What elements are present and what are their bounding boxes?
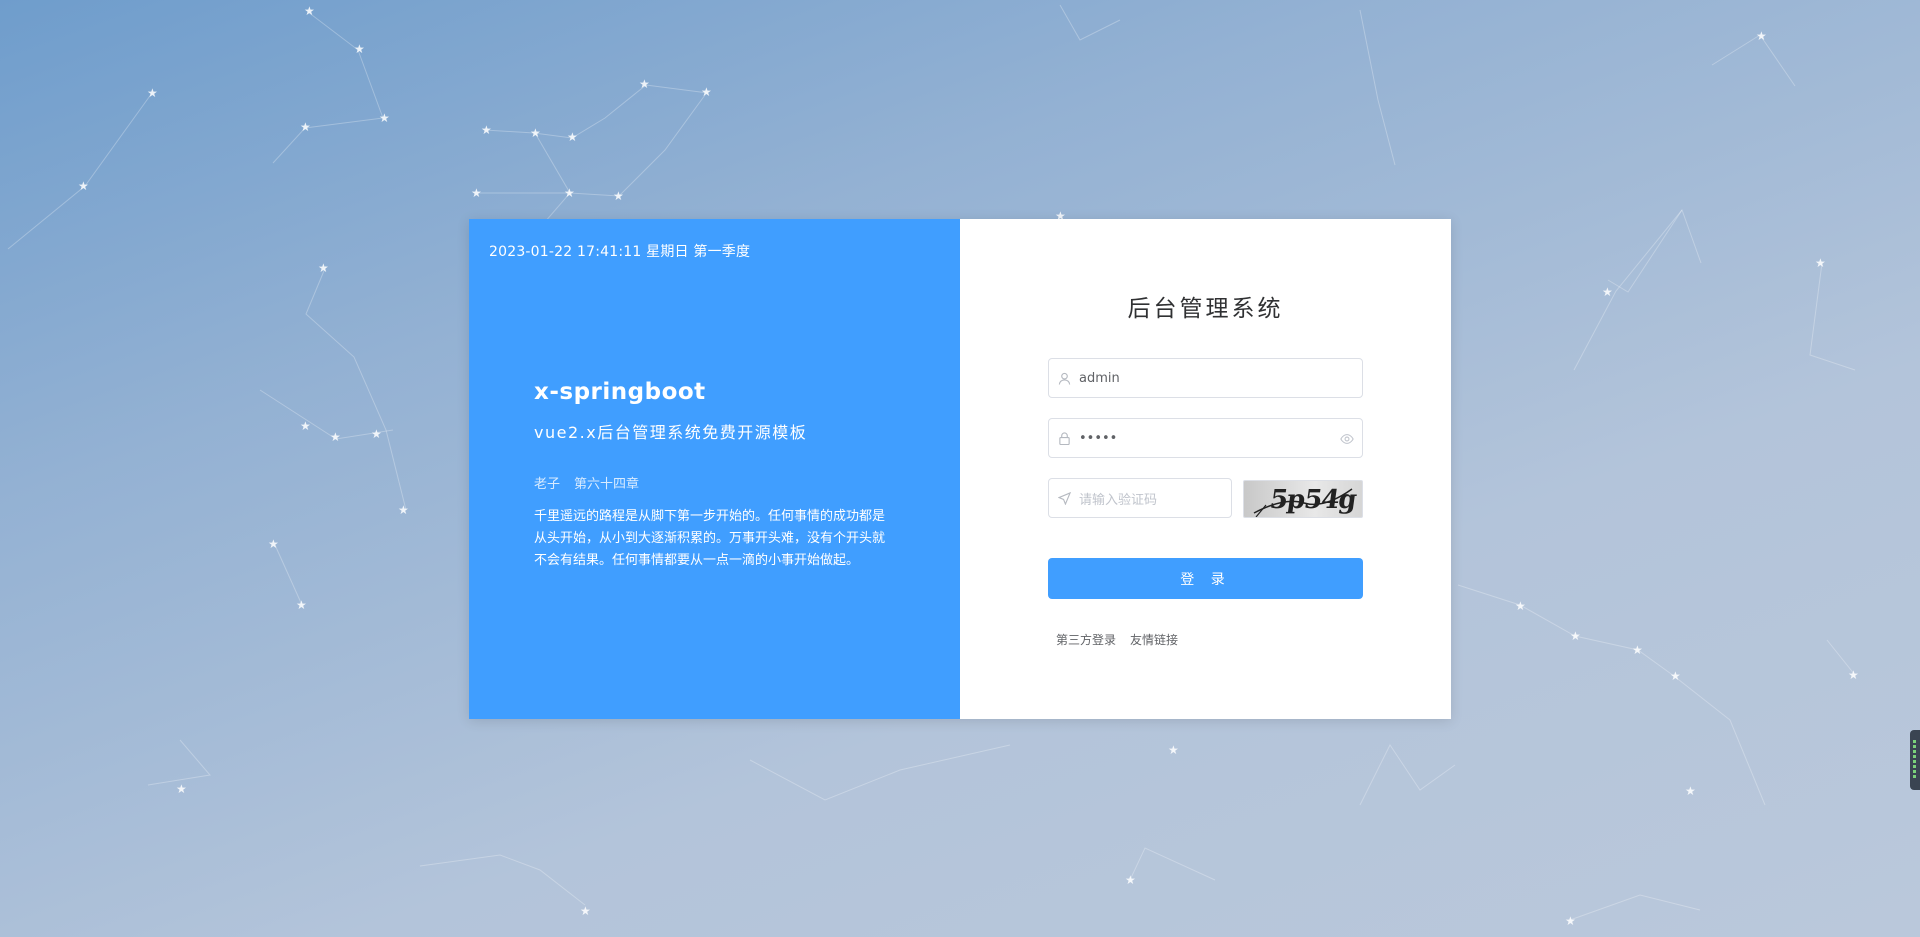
quote-chapter: 第六十四章 xyxy=(574,477,640,492)
svg-text:★: ★ xyxy=(613,189,624,203)
system-title: 后台管理系统 xyxy=(1127,296,1284,322)
svg-text:★: ★ xyxy=(1756,29,1767,43)
third-party-login-link[interactable]: 第三方登录 xyxy=(1056,631,1116,648)
username-value: admin xyxy=(1079,370,1120,386)
quote-meta: 老子 第六十四章 xyxy=(534,473,894,492)
svg-text:★: ★ xyxy=(701,85,712,99)
password-field[interactable]: ••••• xyxy=(1048,418,1363,458)
svg-text:★: ★ xyxy=(78,179,89,193)
quote-author: 老子 xyxy=(534,477,561,492)
svg-text:★: ★ xyxy=(564,186,575,200)
svg-text:★: ★ xyxy=(1848,668,1859,682)
svg-text:★: ★ xyxy=(481,123,492,137)
lock-icon xyxy=(1049,431,1079,445)
svg-text:★: ★ xyxy=(304,4,315,18)
svg-text:★: ★ xyxy=(354,42,365,56)
svg-text:★: ★ xyxy=(371,427,382,441)
login-card: 2023-01-22 17:41:11 星期日 第一季度 x-springboo… xyxy=(469,219,1451,719)
svg-text:★: ★ xyxy=(300,120,311,134)
svg-text:★: ★ xyxy=(471,186,482,200)
svg-text:★: ★ xyxy=(1515,599,1526,613)
extra-links: 第三方登录 友情链接 xyxy=(1056,631,1178,648)
login-button[interactable]: 登 录 xyxy=(1048,558,1363,599)
eye-icon[interactable] xyxy=(1340,431,1354,450)
svg-text:★: ★ xyxy=(300,419,311,433)
svg-text:★: ★ xyxy=(1125,873,1136,887)
svg-text:★: ★ xyxy=(379,111,390,125)
user-icon xyxy=(1049,372,1079,385)
svg-text:★: ★ xyxy=(1815,256,1826,270)
username-field[interactable]: admin xyxy=(1048,358,1363,398)
quote-text: 千里遥远的路程是从脚下第一步开始的。任何事情的成功都是从头开始，从小到大逐渐积累… xyxy=(534,509,886,568)
svg-text:★: ★ xyxy=(318,261,329,275)
svg-text:★: ★ xyxy=(1168,743,1179,757)
svg-text:★: ★ xyxy=(176,782,187,796)
send-icon xyxy=(1049,491,1079,505)
login-form-panel: 后台管理系统 admin ••••• 请输入验证码 5p54g 登 录 第三方登… xyxy=(960,219,1451,719)
svg-text:★: ★ xyxy=(639,77,650,91)
brand-title: x-springboot xyxy=(534,379,706,405)
intro-panel: 2023-01-22 17:41:11 星期日 第一季度 x-springboo… xyxy=(469,219,960,719)
captcha-image[interactable]: 5p54g xyxy=(1243,480,1363,518)
captcha-placeholder: 请输入验证码 xyxy=(1079,492,1158,508)
svg-text:★: ★ xyxy=(567,130,578,144)
svg-text:★: ★ xyxy=(1632,643,1643,657)
svg-text:★: ★ xyxy=(1602,285,1613,299)
password-value: ••••• xyxy=(1079,430,1118,446)
current-datetime: 2023-01-22 17:41:11 星期日 第一季度 xyxy=(489,244,751,260)
side-widget[interactable] xyxy=(1910,730,1920,790)
svg-text:★: ★ xyxy=(147,86,158,100)
captcha-field[interactable]: 请输入验证码 xyxy=(1048,478,1232,518)
svg-text:★: ★ xyxy=(1670,669,1681,683)
svg-text:★: ★ xyxy=(1570,629,1581,643)
friend-links-link[interactable]: 友情链接 xyxy=(1130,631,1178,648)
svg-text:★: ★ xyxy=(1565,914,1576,928)
svg-text:★: ★ xyxy=(1685,784,1696,798)
svg-text:★: ★ xyxy=(398,503,409,517)
svg-text:★: ★ xyxy=(330,430,341,444)
svg-text:★: ★ xyxy=(530,126,541,140)
captcha-code: 5p54g xyxy=(1267,485,1358,515)
brand-block: x-springboot vue2.x后台管理系统免费开源模板 老子 第六十四章… xyxy=(534,379,894,572)
brand-subtitle: vue2.x后台管理系统免费开源模板 xyxy=(534,423,808,442)
svg-text:★: ★ xyxy=(580,904,591,918)
svg-text:★: ★ xyxy=(268,537,279,551)
svg-text:★: ★ xyxy=(296,598,307,612)
